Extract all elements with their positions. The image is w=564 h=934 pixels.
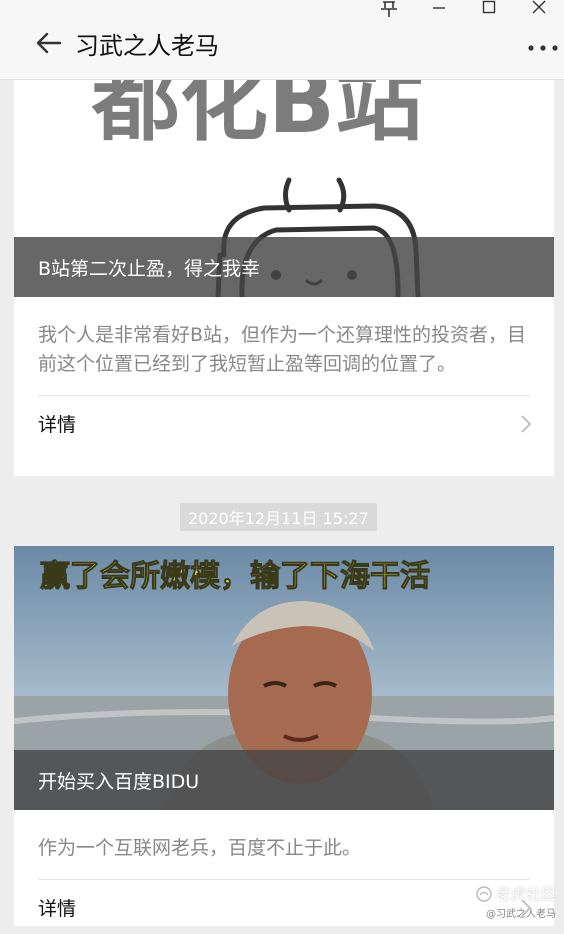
- article-card[interactable]: 都化B站 B站第二次止盈，得之我幸 我个人是非常看好B站，但作为一个还算理性的投…: [14, 80, 554, 476]
- watermark-author: @习武之人老马: [486, 909, 556, 920]
- article-title-overlay: 开始买入百度BIDU: [14, 750, 554, 810]
- back-arrow-icon[interactable]: [34, 28, 64, 58]
- details-row[interactable]: 详情: [14, 396, 554, 450]
- cover-brush-text: 都化B站: [91, 80, 423, 153]
- close-icon[interactable]: [514, 0, 564, 18]
- window-controls: [364, 0, 564, 18]
- article-description: 作为一个互联网老兵，百度不止于此。: [38, 837, 362, 859]
- article-title-overlay: B站第二次止盈，得之我幸: [14, 237, 554, 297]
- minimize-icon[interactable]: [414, 0, 464, 18]
- community-watermark: 老虎社区 @习武之人老马: [476, 883, 556, 920]
- tiger-logo-icon: [476, 885, 492, 902]
- meme-caption-text: 赢了会所嫩模，输了下海干活: [40, 559, 430, 594]
- more-dots-icon[interactable]: [526, 33, 560, 63]
- details-label: 详情: [38, 897, 77, 920]
- chevron-right-icon: [521, 415, 532, 433]
- pin-icon[interactable]: [364, 0, 414, 18]
- watermark-brand: 老虎社区: [495, 885, 556, 903]
- maximize-icon[interactable]: [464, 0, 514, 18]
- article-title: B站第二次止盈，得之我幸: [38, 257, 261, 280]
- article-description: 我个人是非常看好B站，但作为一个还算理性的投资者，目前这个位置已经到了我短暂止盈…: [38, 324, 527, 375]
- details-label: 详情: [38, 413, 77, 436]
- article-cover-image: 赢了会所嫩模，输了下海干活 开始买入百度BIDU: [14, 546, 554, 810]
- page-title: 习武之人老马: [75, 32, 219, 60]
- article-title: 开始买入百度BIDU: [38, 770, 200, 793]
- article-cover-image: 都化B站 B站第二次止盈，得之我幸: [14, 80, 554, 297]
- article-card[interactable]: 赢了会所嫩模，输了下海干活 开始买入百度BIDU 作为一个互联网老兵，百度不止于…: [14, 546, 554, 926]
- timestamp-badge: 2020年12月11日 15:27: [180, 503, 377, 531]
